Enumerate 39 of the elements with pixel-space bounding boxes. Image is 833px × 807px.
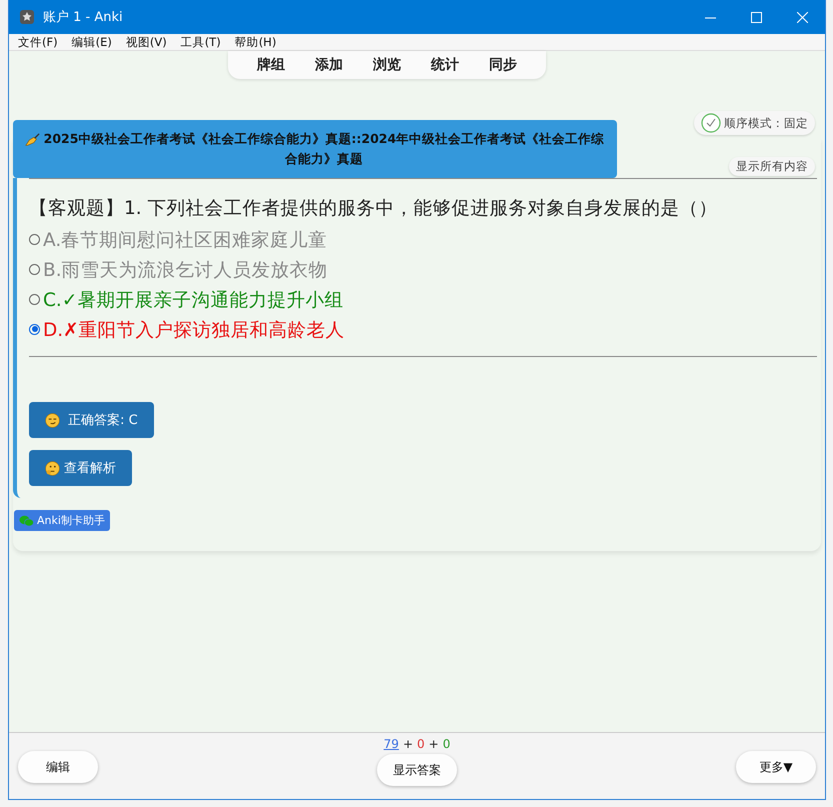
plus-sign: + bbox=[428, 737, 439, 751]
answer-option[interactable]: D.✗重阳节入户探访独居和高龄老人 bbox=[29, 314, 817, 344]
order-mode-badge[interactable]: 顺序模式：固定 bbox=[694, 111, 815, 135]
thinking-face-icon bbox=[45, 460, 60, 476]
radio-button[interactable] bbox=[29, 324, 40, 334]
check-icon bbox=[701, 113, 721, 133]
show-all-button[interactable]: 显示所有内容 bbox=[729, 157, 815, 176]
radio-button[interactable] bbox=[29, 234, 40, 244]
menu-item[interactable]: 文件(F) bbox=[13, 34, 63, 50]
deck-title: 2025中级社会工作者考试《社会工作综合能力》真题::2024年中级社会工作者考试《社会工作综合能力》真题 bbox=[42, 130, 605, 168]
chat-bubbles-icon bbox=[19, 514, 34, 526]
maximize-icon bbox=[750, 12, 762, 22]
toolbar-link[interactable]: 浏览 bbox=[358, 56, 416, 74]
card-count[interactable]: 79 bbox=[384, 737, 399, 751]
close-icon bbox=[796, 12, 808, 22]
plus-sign: + bbox=[402, 737, 413, 751]
toolbar-link[interactable]: 牌组 bbox=[242, 56, 300, 74]
menu-item[interactable]: 工具(T) bbox=[176, 34, 226, 50]
view-analysis-button[interactable]: 查看解析 bbox=[29, 450, 132, 486]
question-text: 【客观题】1. 下列社会工作者提供的服务中，能够促进服务对象自身发展的是（） bbox=[29, 197, 719, 220]
card-count: 0 bbox=[417, 737, 425, 751]
correct-answer-button[interactable]: 正确答案: C bbox=[29, 402, 154, 438]
show-answer-button[interactable]: 显示答案 bbox=[377, 754, 457, 786]
tag-label[interactable]: Anki制卡助手 bbox=[14, 510, 110, 531]
edit-button[interactable]: 编辑 bbox=[18, 751, 98, 783]
toolbar-link[interactable]: 同步 bbox=[474, 56, 532, 74]
window-title: 账户 1 - Anki bbox=[43, 9, 124, 26]
toolbar-link[interactable]: 添加 bbox=[300, 56, 358, 74]
radio-button[interactable] bbox=[29, 294, 40, 304]
app-icon bbox=[19, 9, 35, 25]
answer-option[interactable]: C.✓暑期开展亲子沟通能力提升小组 bbox=[29, 284, 817, 314]
card-count: 0 bbox=[442, 737, 450, 751]
smirk-face-icon bbox=[45, 412, 60, 428]
menu-item[interactable]: 帮助(H) bbox=[230, 34, 282, 50]
more-button[interactable]: 更多▼ bbox=[736, 751, 816, 783]
menu-item[interactable]: 编辑(E) bbox=[66, 34, 117, 50]
radio-button[interactable] bbox=[29, 264, 40, 274]
toolbar-link[interactable]: 统计 bbox=[416, 56, 474, 74]
menu-item[interactable]: 视图(V) bbox=[120, 34, 172, 50]
